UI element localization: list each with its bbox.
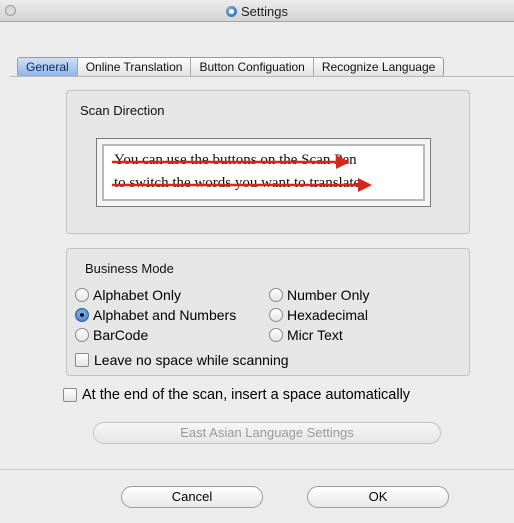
radio-alphabet-and-numbers[interactable]: Alphabet and Numbers: [75, 307, 236, 323]
window-title: Settings: [0, 4, 514, 19]
footer-divider: [0, 469, 514, 470]
checkbox-indicator: [75, 353, 89, 367]
radio-indicator: [269, 328, 283, 342]
cancel-button[interactable]: Cancel: [121, 486, 263, 508]
radio-label: Hexadecimal: [287, 307, 368, 323]
radio-label: Number Only: [287, 287, 370, 303]
radio-indicator: [269, 288, 283, 302]
radio-alphabet-only[interactable]: Alphabet Only: [75, 287, 181, 303]
scan-direction-preview: You can use the buttons on the Scan Pen …: [96, 138, 431, 207]
app-icon: [226, 6, 237, 17]
tab-bar: General Online Translation Button Config…: [17, 57, 445, 77]
radio-hexadecimal[interactable]: Hexadecimal: [269, 307, 368, 323]
scan-arrow-head-1: [336, 155, 350, 169]
scan-arrows-graphic: [112, 155, 372, 192]
checkbox-insert-space[interactable]: At the end of the scan, insert a space a…: [63, 387, 410, 403]
radio-label: Micr Text: [287, 327, 343, 343]
radio-indicator-selected: [75, 308, 89, 322]
tab-online-translation[interactable]: Online Translation: [78, 58, 192, 76]
business-mode-label: Business Mode: [85, 261, 174, 276]
radio-label: BarCode: [93, 327, 149, 343]
tab-button-configuation[interactable]: Button Configuation: [191, 58, 314, 76]
radio-barcode[interactable]: BarCode: [75, 327, 148, 343]
radio-indicator: [75, 328, 89, 342]
radio-micr-text[interactable]: Micr Text: [269, 327, 343, 343]
tab-recognize-language[interactable]: Recognize Language: [314, 58, 443, 76]
radio-label: Alphabet and Numbers: [93, 307, 237, 323]
window-title-text: Settings: [241, 4, 288, 19]
checkbox-label: At the end of the scan, insert a space a…: [82, 387, 411, 403]
scan-direction-label: Scan Direction: [80, 103, 165, 118]
radio-indicator: [269, 308, 283, 322]
checkbox-leave-no-space[interactable]: Leave no space while scanning: [75, 352, 289, 368]
title-bar: Settings: [0, 0, 514, 22]
scan-arrow-head-2: [358, 178, 372, 192]
tab-general[interactable]: General: [18, 58, 78, 76]
east-asian-language-settings-button[interactable]: East Asian Language Settings: [93, 422, 441, 444]
tab-pane-divider: [10, 76, 514, 77]
radio-indicator: [75, 288, 89, 302]
radio-label: Alphabet Only: [93, 287, 181, 303]
checkbox-label: Leave no space while scanning: [94, 352, 289, 368]
checkbox-indicator: [63, 388, 77, 402]
ok-button[interactable]: OK: [307, 486, 449, 508]
radio-number-only[interactable]: Number Only: [269, 287, 369, 303]
